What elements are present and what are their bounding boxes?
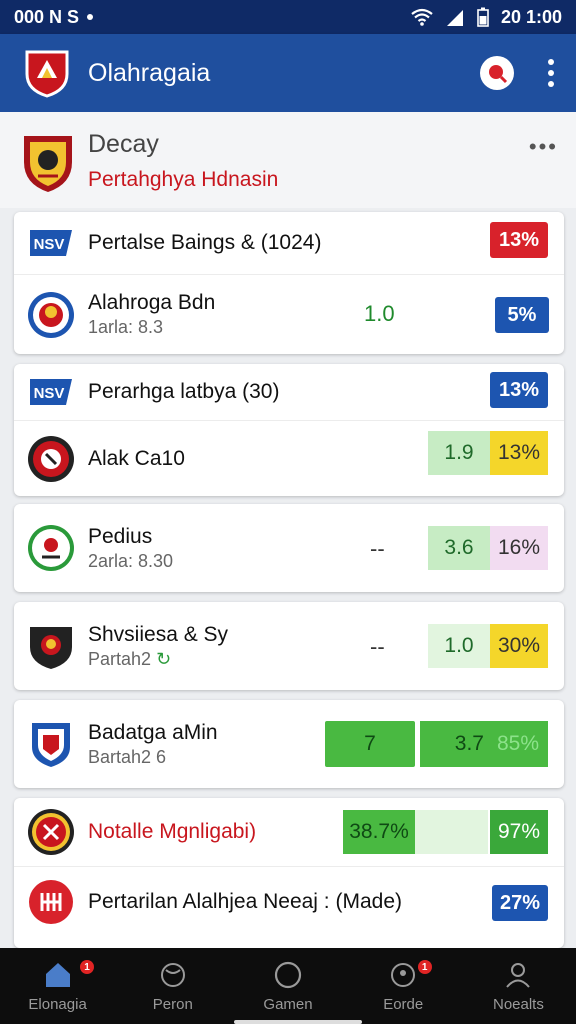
status-left-text: 000 N S — [14, 6, 80, 27]
status-bar: 000 N S 20 1:00 — [0, 0, 576, 34]
shield-logo-icon — [25, 50, 69, 98]
nav-item-home[interactable]: 1 Elonagia — [0, 948, 115, 1024]
match-row[interactable]: NSV Pertalse Baings & (1024) 13% — [14, 212, 564, 274]
team-name: Badatga aMin — [88, 720, 218, 744]
home-icon — [45, 962, 70, 987]
game-icon — [274, 961, 302, 988]
percent-badge[interactable]: 27% — [492, 885, 548, 921]
match-row[interactable]: Badatga aMin Bartah2 6 7 3.7 85% — [14, 700, 564, 788]
nav-item-sport[interactable]: Peron — [115, 948, 230, 1024]
dash-value: -- — [370, 536, 385, 561]
odds-pill[interactable]: 3.7 — [420, 721, 488, 767]
match-card[interactable]: Badatga aMin Bartah2 6 7 3.7 85% — [14, 700, 564, 788]
nav-label: Elonagia — [28, 995, 87, 1013]
team-name: Pedius — [88, 524, 153, 548]
notification-dot-icon — [87, 14, 94, 20]
team-name: Alahroga Bdn — [88, 291, 216, 314]
svg-text:NSV: NSV — [34, 385, 65, 402]
team-crest-icon — [32, 723, 70, 767]
nav-label: Eorde — [383, 995, 424, 1013]
nav-label: Peron — [152, 995, 193, 1013]
match-card[interactable]: NSV Perarhga latbya (30) 13% Alak Ca10 1… — [14, 364, 564, 496]
team-crest-icon — [28, 291, 74, 338]
odds-pill[interactable]: 38.7% — [343, 810, 415, 854]
match-row[interactable]: Pedius 2arla: 8.30 -- 3.6 16% — [14, 504, 564, 592]
sport-icon — [160, 962, 185, 987]
match-row[interactable]: Notalle Mgnligabi) 38.7% 97% — [14, 798, 564, 866]
team-name: Alak Ca10 — [88, 446, 185, 470]
match-title: Perarhga latbya (30) — [88, 380, 280, 403]
nav-item-profile[interactable]: Noealts — [461, 948, 576, 1024]
nsv-logo-icon: NSV — [30, 230, 72, 256]
match-row[interactable]: Pertarilan Alalhjea Neeaj : (Made) 27% — [14, 866, 564, 936]
status-time: 20 1:00 — [500, 6, 562, 27]
league-header: Decay Pertahghya Hdnasin ••• — [0, 112, 576, 208]
more-menu-icon[interactable] — [548, 59, 554, 87]
percent-pill[interactable]: 85% — [488, 721, 548, 767]
odds-pill[interactable]: 1.0 — [428, 624, 490, 668]
match-card[interactable]: Shvsiiesa & Sy Partah2 ↻ -- 1.0 30% — [14, 602, 564, 690]
home-indicator — [234, 1020, 362, 1024]
match-title: Notalle Mgnligabi) — [88, 820, 257, 843]
match-title: Pertalse Baings & (1024) — [88, 231, 322, 254]
app-title: Olahragaia — [88, 58, 211, 87]
match-row[interactable]: Shvsiiesa & Sy Partah2 ↻ -- 1.0 30% — [14, 602, 564, 690]
team-crest-icon — [28, 435, 74, 482]
refresh-icon[interactable]: ↻ — [156, 649, 171, 669]
match-card[interactable]: NSV Pertalse Baings & (1024) 13% Alahrog… — [14, 212, 564, 354]
match-title: Pertarilan Alalhjea Neeaj : (Made) — [88, 889, 402, 913]
percent-badge[interactable]: 5% — [495, 297, 549, 333]
svg-text:NSV: NSV — [34, 236, 65, 253]
team-crest-icon — [28, 525, 74, 571]
percent-pill[interactable]: 16% — [490, 526, 548, 570]
team-sub: Partah2 ↻ — [88, 648, 172, 669]
nav-label: Noealts — [492, 995, 544, 1013]
percent-pill[interactable]: 13% — [490, 431, 548, 475]
nav-item-score[interactable]: 1 Eorde — [346, 948, 461, 1024]
team-sub: 2arla: 8.30 — [88, 550, 174, 571]
match-card[interactable]: Notalle Mgnligabi) 38.7% 97% Pertarilan … — [14, 798, 564, 948]
league-crest-icon — [24, 136, 72, 192]
league-more-icon[interactable]: ••• — [529, 134, 558, 160]
odds-pill[interactable]: 1.9 — [428, 431, 490, 475]
team-sub: 1arla: 8.3 — [88, 317, 164, 337]
odds-value[interactable]: 1.0 — [364, 301, 395, 327]
team-crest-icon — [30, 627, 72, 669]
match-row[interactable]: Alak Ca10 1.9 13% — [14, 420, 564, 496]
search-button[interactable] — [480, 56, 514, 90]
notification-badge: 1 — [417, 960, 432, 974]
odds-pill[interactable]: 7 — [325, 721, 415, 767]
wifi-icon — [411, 8, 433, 26]
notification-badge: 1 — [80, 960, 94, 974]
nav-label: Gamen — [263, 995, 313, 1013]
percent-badge[interactable]: 13% — [490, 222, 548, 258]
league-subtitle: Pertahghya Hdnasin — [88, 168, 279, 191]
league-title: Decay — [88, 130, 159, 158]
score-icon — [391, 962, 416, 987]
match-card[interactable]: Pedius 2arla: 8.30 -- 3.6 16% — [14, 504, 564, 592]
nsv-logo-icon: NSV — [30, 379, 72, 405]
odds-pill[interactable]: 3.6 — [428, 526, 490, 570]
nav-item-game[interactable]: Gamen — [230, 948, 345, 1024]
odds-pill-empty[interactable] — [415, 810, 488, 854]
team-crest-icon — [28, 809, 74, 855]
search-icon — [489, 65, 508, 84]
team-sub: Bartah2 6 — [88, 746, 167, 767]
profile-icon — [506, 962, 531, 988]
dash-value: -- — [370, 634, 385, 659]
percent-pill[interactable]: 97% — [490, 810, 548, 854]
team-crest-icon — [29, 879, 73, 924]
percent-badge[interactable]: 13% — [490, 372, 548, 408]
bottom-navigation: 1 Elonagia Peron Gamen 1 Eorde Noealts — [0, 948, 576, 1024]
signal-icon — [446, 10, 463, 26]
percent-pill[interactable]: 30% — [490, 624, 548, 668]
match-row[interactable]: Alahroga Bdn 1arla: 8.3 1.0 5% — [14, 274, 564, 354]
team-name: Shvsiiesa & Sy — [88, 622, 229, 646]
app-logo[interactable] — [22, 48, 72, 98]
battery-icon — [477, 7, 489, 27]
app-bar: Olahragaia — [0, 34, 576, 112]
match-row[interactable]: NSV Perarhga latbya (30) 13% — [14, 364, 564, 420]
